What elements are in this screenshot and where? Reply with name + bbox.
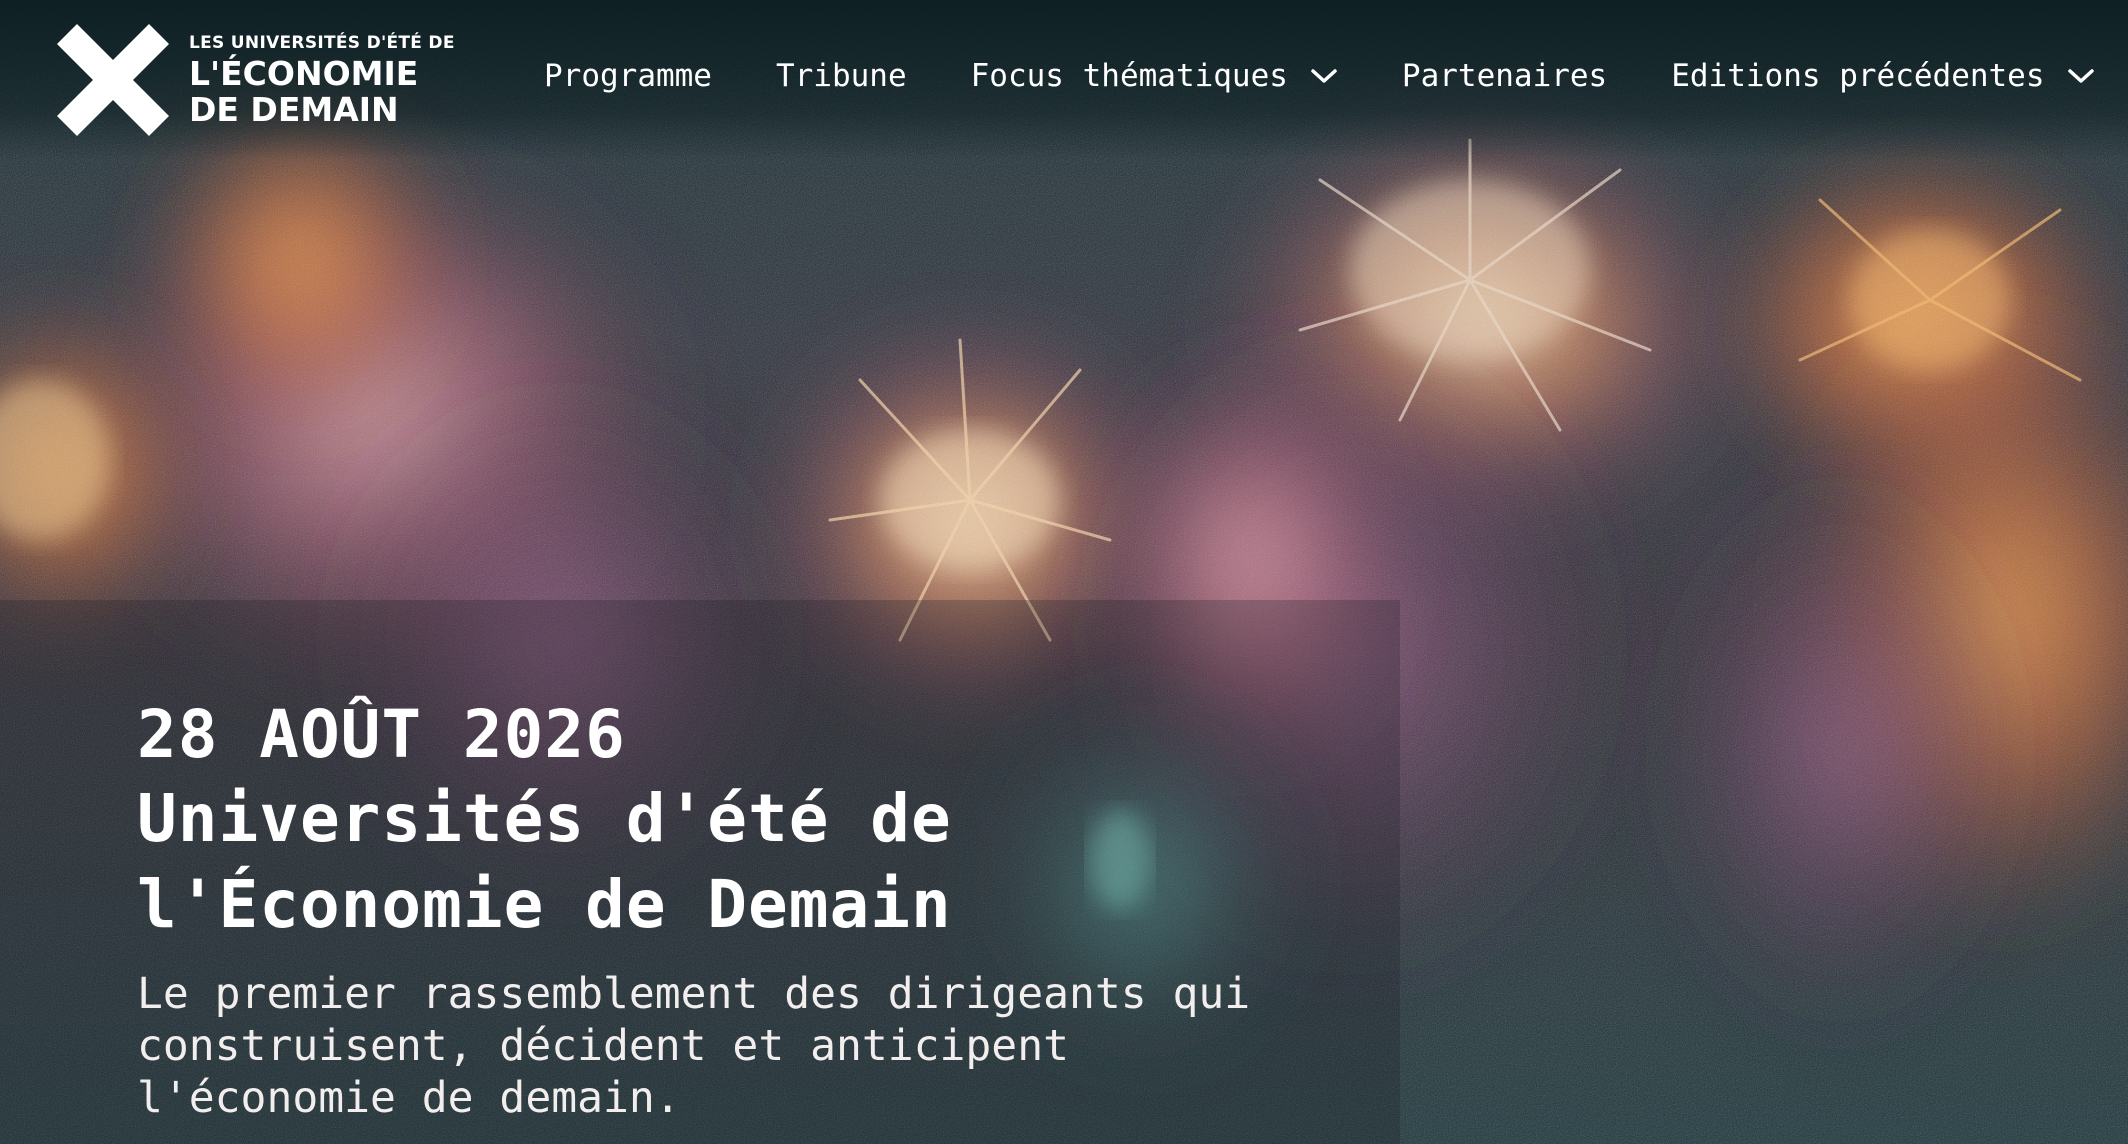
header: LES UNIVERSITÉS D'ÉTÉ DE L'ÉCONOMIE DE D… [0,0,2128,160]
main-nav: Programme Tribune Focus thématiques Part… [544,58,2095,94]
x-cross-logo-icon [57,24,169,136]
nav-item-partenaires[interactable]: Partenaires [1402,58,1607,94]
chevron-down-icon [2067,69,2094,83]
nav-item-label: Editions précédentes [1671,58,2045,94]
nav-item-label: Tribune [775,58,907,94]
nav-item-programme[interactable]: Programme [544,58,712,94]
nav-item-tribune[interactable]: Tribune [776,58,907,94]
logo-line-1: LES UNIVERSITÉS D'ÉTÉ DE [189,32,455,53]
site-logo[interactable]: LES UNIVERSITÉS D'ÉTÉ DE L'ÉCONOMIE DE D… [57,24,455,136]
nav-item-label: Focus thématiques [970,58,1288,94]
logo-line-3: DE DEMAIN [189,89,399,129]
page: LES UNIVERSITÉS D'ÉTÉ DE L'ÉCONOMIE DE D… [0,0,2128,1144]
nav-item-label: Programme [544,58,712,94]
nav-item-focus-thematiques[interactable]: Focus thématiques [971,58,1338,94]
event-date: 28 AOÛT 2026 [137,696,626,773]
hero-subtitle: Le premier rassemblement des dirigeants … [137,969,1251,1123]
hero-section: 28 AOÛT 2026 Universités d'été de l'Écon… [137,694,1337,1124]
nav-item-editions-precedentes[interactable]: Editions précédentes [1671,58,2094,94]
logo-wordmark: LES UNIVERSITÉS D'ÉTÉ DE L'ÉCONOMIE DE D… [189,32,455,129]
logo-line-2: L'ÉCONOMIE [189,53,419,93]
nav-item-label: Partenaires [1401,58,1608,94]
hero-title: Universités d'été de l'Économie de Demai… [137,780,952,943]
chevron-down-icon [1311,69,1337,83]
